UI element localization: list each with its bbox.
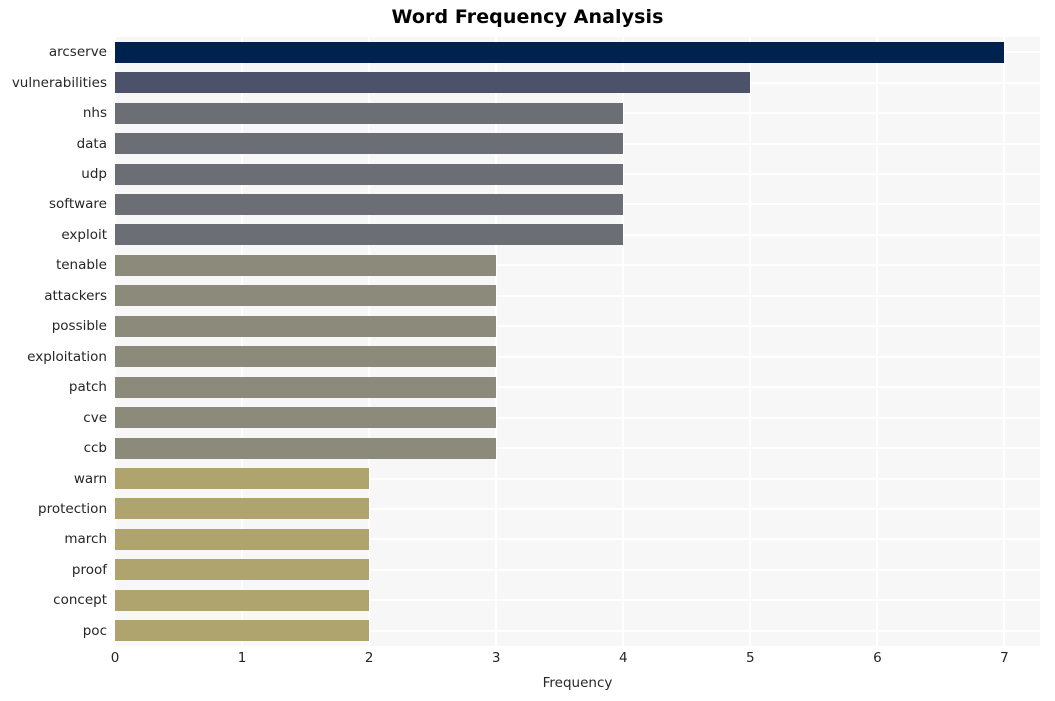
- bar-cve: [115, 407, 497, 429]
- bar-protection: [115, 498, 370, 520]
- x-tick-label-2: 2: [364, 650, 374, 666]
- x-tick-label-4: 4: [618, 650, 628, 666]
- y-tick-label-warn: warn: [73, 470, 107, 487]
- bar-proof: [115, 559, 370, 581]
- y-tick-label-tenable: tenable: [55, 257, 107, 274]
- y-tick-label-poc: poc: [82, 622, 107, 639]
- x-axis-label: Frequency: [542, 675, 613, 691]
- y-tick-label-proof: proof: [71, 561, 107, 578]
- bar-exploit: [115, 224, 624, 246]
- bar-nhs: [115, 102, 624, 124]
- y-tick-label-possible: possible: [51, 318, 107, 335]
- y-tick-label-exploitation: exploitation: [27, 348, 107, 365]
- bar-data: [115, 133, 624, 155]
- plot-area: [114, 37, 1040, 646]
- bar-possible: [115, 315, 497, 337]
- bar-tenable: [115, 254, 497, 276]
- y-tick-label-attackers: attackers: [44, 287, 107, 304]
- chart-figure: Word Frequency Analysis arcserve vulnerab…: [0, 0, 1055, 701]
- y-axis-tick-labels: arcserve vulnerabilities nhs data udp softwar…: [0, 37, 107, 646]
- y-tick-label-cve: cve: [83, 409, 107, 426]
- bar-march: [115, 528, 370, 550]
- bar-vulnerabilities: [115, 72, 751, 94]
- bar-warn: [115, 468, 370, 490]
- bar-arcserve: [115, 41, 1005, 63]
- y-tick-label-nhs: nhs: [82, 105, 107, 122]
- y-tick-label-ccb: ccb: [83, 440, 107, 457]
- y-tick-label-patch: patch: [68, 379, 107, 396]
- bar-poc: [115, 620, 370, 642]
- bar-software: [115, 193, 624, 215]
- y-tick-label-march: march: [64, 531, 107, 548]
- x-tick-label-1: 1: [237, 650, 247, 666]
- bar-concept: [115, 589, 370, 611]
- x-tick-label-5: 5: [746, 650, 755, 666]
- bar-udp: [115, 163, 624, 185]
- x-tick-label-7: 7: [1000, 650, 1009, 666]
- y-tick-label-vulnerabilities: vulnerabilities: [11, 74, 107, 91]
- y-tick-label-exploit: exploit: [61, 226, 107, 243]
- bar-exploitation: [115, 346, 497, 368]
- bar-patch: [115, 376, 497, 398]
- y-tick-label-protection: protection: [38, 500, 107, 517]
- y-tick-label-software: software: [49, 196, 107, 213]
- bar-ccb: [115, 437, 497, 459]
- bar-attackers: [115, 285, 497, 307]
- y-tick-label-arcserve: arcserve: [48, 44, 107, 61]
- y-tick-label-concept: concept: [53, 592, 107, 609]
- chart-title: Word Frequency Analysis: [391, 6, 664, 28]
- x-tick-label-3: 3: [491, 650, 501, 666]
- x-tick-label-0: 0: [110, 650, 120, 666]
- y-tick-label-data: data: [76, 135, 107, 152]
- y-tick-label-udp: udp: [81, 166, 107, 183]
- x-axis-tick-labels: 0 1 2 3 4 5 6 7: [111, 650, 1040, 672]
- bar-series: [115, 37, 1040, 646]
- x-tick-label-6: 6: [873, 650, 882, 666]
